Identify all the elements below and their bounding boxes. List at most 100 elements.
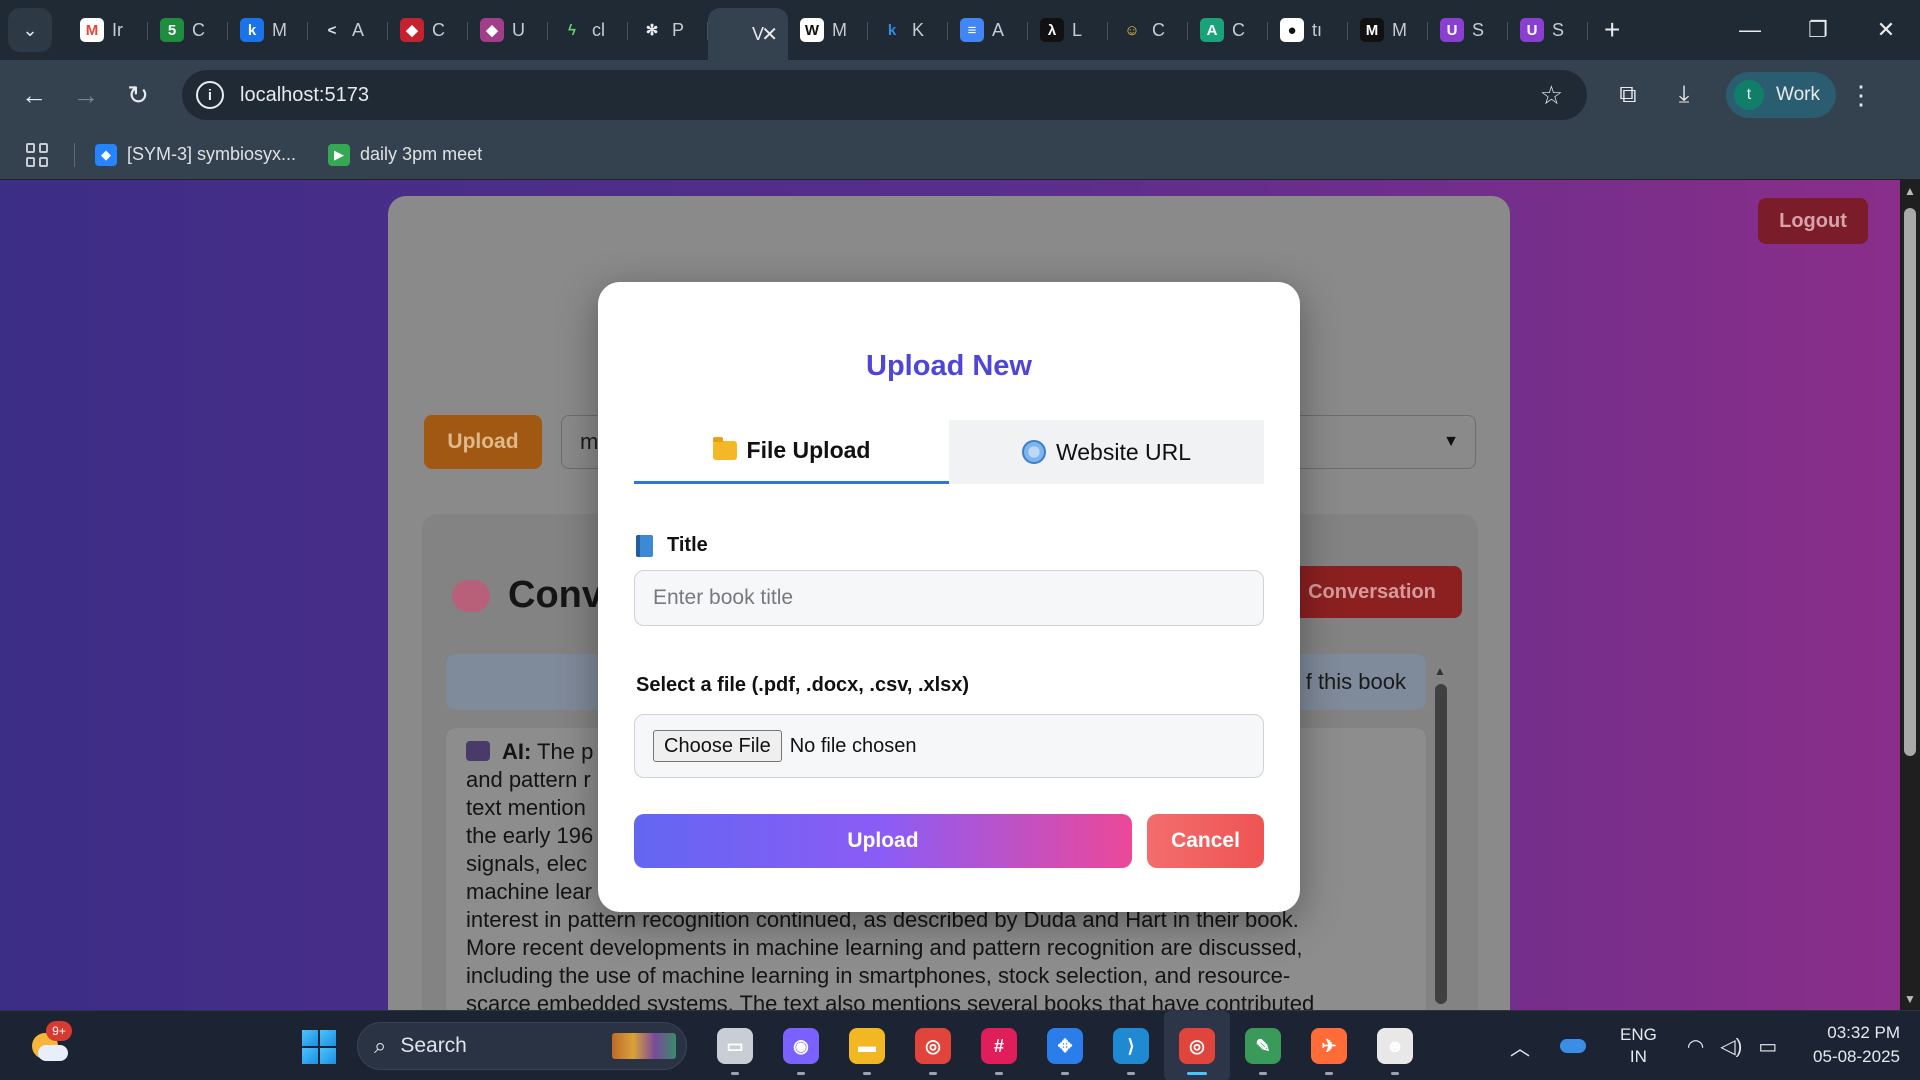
taskbar-app[interactable]: ◉	[768, 1011, 834, 1080]
browser-tab[interactable]: λL	[1028, 8, 1108, 52]
browser-tab[interactable]: M Ir	[68, 8, 148, 52]
taskbar-app[interactable]: #	[966, 1011, 1032, 1080]
gmail-icon: M	[80, 18, 104, 42]
tab-title: Ir	[112, 19, 123, 40]
tab-file-upload[interactable]: File Upload	[634, 420, 949, 484]
tab-title: C	[1232, 19, 1245, 40]
docs-icon: ≡	[960, 18, 984, 42]
book-title-input[interactable]	[634, 570, 1264, 626]
forward-button[interactable]: →	[60, 80, 112, 111]
taskbar-search[interactable]: ⌕ Search	[357, 1022, 687, 1070]
new-tab-button[interactable]: +	[1604, 14, 1620, 46]
weather-widget[interactable]: 9+	[30, 1021, 72, 1065]
volume-icon[interactable]: ◁)	[1720, 1034, 1742, 1059]
windows-taskbar: 9+ ⌕ Search ▭ ◉ ▬ ◎ # ✥ ⟩ ◎ ✎ ✈ ☻ ︿ ENG IN ◠ ◁) ▭ …	[0, 1010, 1920, 1080]
close-tab-icon[interactable]: ✕	[761, 22, 778, 47]
url-text[interactable]: localhost:5173	[240, 84, 369, 107]
choose-file-button[interactable]: Choose File	[653, 730, 782, 762]
taskbar-app[interactable]: ▭	[702, 1011, 768, 1080]
title-label-text: Title	[667, 534, 708, 556]
page-upload-button[interactable]: Upload	[424, 415, 542, 469]
browser-tab[interactable]: kM	[228, 8, 308, 52]
file-explorer-icon: ▬	[849, 1028, 885, 1064]
browser-tab[interactable]: ◆ C	[388, 8, 468, 52]
browser-menu-icon[interactable]: ⋮	[1836, 80, 1886, 111]
onedrive-icon[interactable]	[1560, 1039, 1586, 1053]
browser-tab[interactable]: ✻ P	[628, 8, 708, 52]
browser-tab[interactable]: US	[1428, 8, 1508, 52]
cancel-button[interactable]: Cancel	[1147, 814, 1264, 868]
lambda-icon: λ	[1040, 18, 1064, 42]
hexagon-icon: ◆	[400, 18, 424, 42]
upload-submit-button[interactable]: Upload	[634, 814, 1132, 868]
taskbar-app[interactable]: ▬	[834, 1011, 900, 1080]
browser-tab[interactable]: ● tı	[1268, 8, 1348, 52]
browser-tab[interactable]: MM	[1348, 8, 1428, 52]
bookmarks-divider	[74, 142, 75, 167]
taskbar-app[interactable]: ✈	[1296, 1011, 1362, 1080]
logout-button[interactable]: Logout	[1758, 198, 1868, 244]
page-scrollbar-thumb[interactable]	[1904, 208, 1916, 756]
page-scrollbar[interactable]: ▲ ▼	[1900, 180, 1920, 1010]
taskbar-app[interactable]: ⟩	[1098, 1011, 1164, 1080]
upload-modal: Upload New File Upload Website URL Title…	[598, 282, 1300, 912]
page-icon	[720, 22, 744, 46]
reload-button[interactable]: ↻	[112, 80, 164, 111]
taskbar-app[interactable]: ◎	[1164, 1011, 1230, 1080]
clock[interactable]: 03:32 PM 05-08-2025	[1790, 1021, 1900, 1069]
running-indicator	[1391, 1072, 1399, 1075]
start-button[interactable]	[302, 1030, 336, 1064]
bookmark-jira[interactable]: ◆ [SYM-3] symbiosyx...	[95, 143, 296, 166]
robot-icon	[466, 741, 490, 761]
chat-scrollbar-thumb[interactable]	[1435, 684, 1447, 1004]
taskbar-app[interactable]: ◎	[900, 1011, 966, 1080]
browser-tab[interactable]: US	[1508, 8, 1588, 52]
downloads-icon[interactable]: ⤓	[1656, 81, 1712, 109]
address-bar[interactable]: i localhost:5173 ☆	[182, 70, 1587, 120]
browser-tab[interactable]: WM	[788, 8, 868, 52]
scroll-down-arrow-icon[interactable]: ▼	[1904, 992, 1916, 1006]
bookmark-star-icon[interactable]: ☆	[1540, 80, 1563, 111]
title-field-label: Title	[636, 534, 708, 557]
close-window-button[interactable]: ✕	[1852, 0, 1920, 60]
tab-title: M	[1392, 19, 1407, 40]
meet-icon: ▶	[328, 143, 351, 166]
browser-tab[interactable]: kK	[868, 8, 948, 52]
show-hidden-icons-icon[interactable]: ︿	[1510, 1032, 1530, 1061]
new-conversation-button[interactable]: Conversation	[1282, 566, 1462, 618]
avatar: t	[1734, 80, 1764, 110]
taskbar-app[interactable]: ✎	[1230, 1011, 1296, 1080]
browser-tab[interactable]: < A	[308, 8, 388, 52]
browser-tab[interactable]: AC	[1188, 8, 1268, 52]
profile-button[interactable]: t Work	[1726, 72, 1836, 118]
file-input[interactable]: Choose File No file chosen	[634, 714, 1264, 778]
extensions-icon[interactable]: ⧉	[1600, 81, 1656, 109]
browser-tab[interactable]: V ✕	[708, 8, 788, 60]
wikipedia-icon: W	[800, 18, 824, 42]
taskbar-app[interactable]: ☻	[1362, 1011, 1428, 1080]
restore-button[interactable]: ❐	[1784, 0, 1852, 60]
browser-tab[interactable]: 5C	[148, 8, 228, 52]
apps-grid-icon[interactable]	[26, 142, 50, 167]
back-button[interactable]: ←	[8, 80, 60, 111]
battery-icon[interactable]: ▭	[1758, 1034, 1777, 1059]
taskbar-app[interactable]: ✥	[1032, 1011, 1098, 1080]
running-indicator	[995, 1072, 1003, 1075]
chat-scrollbar[interactable]: ▲	[1434, 664, 1448, 1010]
tab-website-url[interactable]: Website URL	[949, 420, 1264, 484]
tab-search-button[interactable]: ⌄	[8, 8, 52, 52]
site-info-icon[interactable]: i	[196, 81, 224, 109]
browser-tab[interactable]: ◆ U	[468, 8, 548, 52]
share-icon: <	[327, 21, 337, 39]
running-indicator	[797, 1072, 805, 1075]
language-indicator[interactable]: ENG IN	[1620, 1024, 1657, 1068]
browser-tab[interactable]: ☺ C	[1108, 8, 1188, 52]
browser-tab[interactable]: ϟ cl	[548, 8, 628, 52]
tab-website-url-label: Website URL	[1055, 438, 1192, 465]
bookmark-meet[interactable]: ▶ daily 3pm meet	[328, 143, 482, 166]
wifi-icon[interactable]: ◠	[1687, 1034, 1704, 1059]
minimize-button[interactable]: —	[1716, 0, 1784, 60]
browser-tab[interactable]: ≡ A	[948, 8, 1028, 52]
k-icon: k	[240, 18, 264, 42]
scroll-up-arrow-icon[interactable]: ▲	[1904, 184, 1916, 198]
